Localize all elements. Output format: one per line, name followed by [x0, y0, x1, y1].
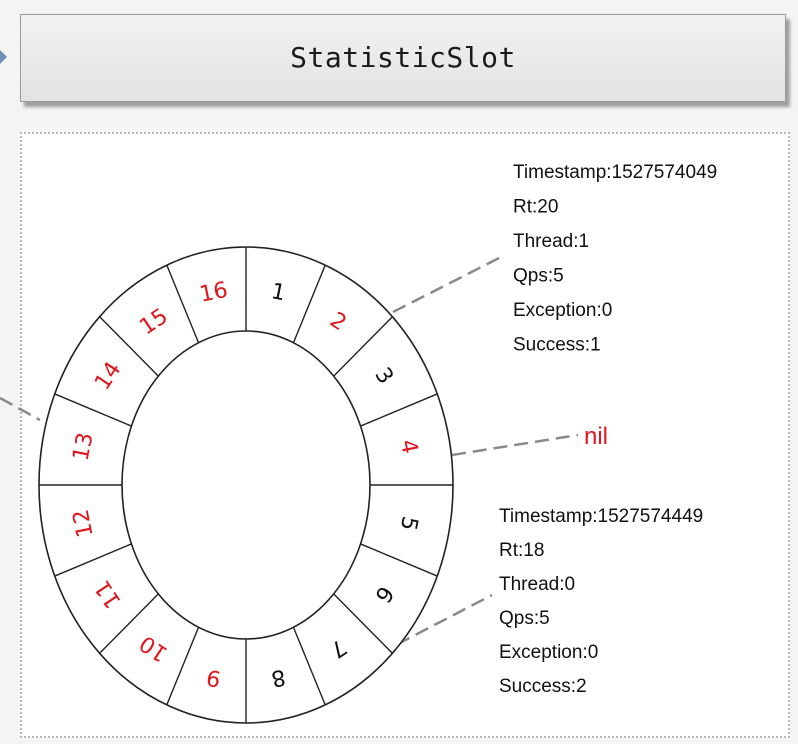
upper-info-line: Success:1 — [513, 335, 601, 356]
ring-diagram: 12345678910111213141516 Timestamp:152757… — [0, 162, 717, 724]
upper-info-block: Timestamp:1527574049 Rt:20 Thread:1 Qps:5 Ex… — [513, 162, 717, 356]
ring-slot-label: 16 — [198, 278, 230, 308]
upper-info-line: Thread:1 — [513, 231, 589, 252]
lower-info-line: Thread:0 — [499, 574, 575, 595]
connector-nil — [451, 433, 579, 457]
connector-left — [0, 396, 41, 422]
ring-slot-label: 13 — [69, 431, 99, 463]
ring-slot-label: 12 — [69, 507, 99, 539]
upper-info-line: Exception:0 — [513, 300, 612, 321]
lower-info-line: Exception:0 — [499, 642, 598, 663]
lower-info-block: Timestamp:1527574449 Rt:18 Thread:0 Qps:5 Ex… — [499, 506, 703, 697]
lower-info-line: Qps:5 — [499, 608, 550, 629]
nil-label: nil — [584, 423, 608, 450]
upper-info-line: Timestamp:1527574049 — [513, 162, 717, 183]
lower-info-line: Timestamp:1527574449 — [499, 506, 703, 527]
sliding-window-ring: 12345678910111213141516 — [38, 246, 454, 724]
upper-info-line: Rt:20 — [513, 197, 558, 218]
lower-info-line: Rt:18 — [499, 540, 544, 561]
connector-upper — [392, 253, 506, 314]
lower-info-line: Success:2 — [499, 676, 587, 697]
upper-info-line: Qps:5 — [513, 266, 564, 287]
ring-inner-edge — [121, 330, 371, 640]
